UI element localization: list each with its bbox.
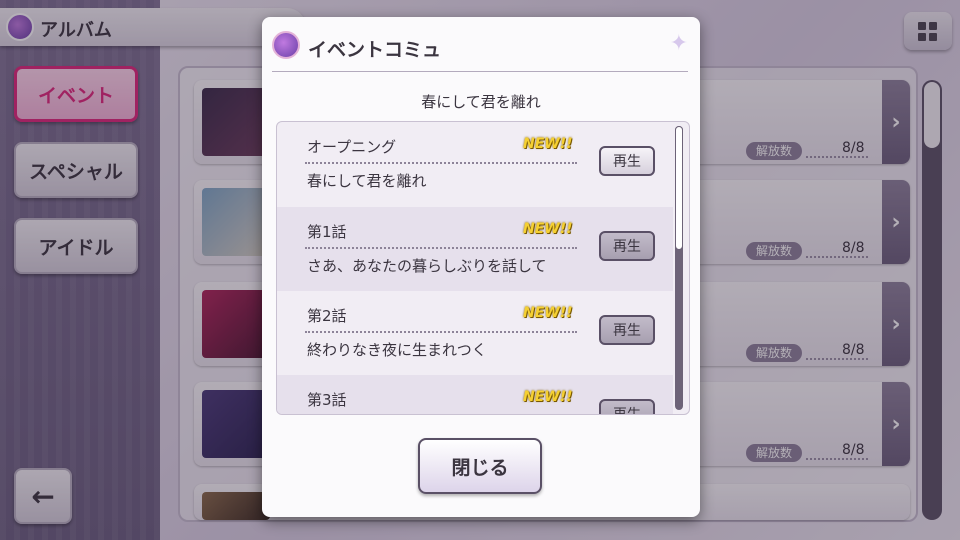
episode-title: 春にして君を離れ: [307, 172, 427, 190]
episode-name: 第1話: [307, 223, 347, 241]
episode-title: さあ、あなたの暮らしぶりを話して: [307, 257, 547, 275]
dialog-title: イベントコミュ: [308, 39, 442, 61]
episode-list: オープニング NEW!! 春にして君を離れ 再生 第1話 NEW!! さあ、あな…: [276, 121, 690, 415]
sparkle-icon: ✦: [669, 31, 688, 56]
episode-row: 第2話 NEW!! 終わりなき夜に生まれつく 再生: [277, 291, 673, 375]
episode-name: 第2話: [307, 307, 347, 325]
play-button[interactable]: 再生: [599, 399, 655, 414]
dialog-subtitle: 春にして君を離れ: [421, 93, 541, 111]
new-badge: NEW!!: [523, 305, 573, 321]
commu-icon: [272, 31, 300, 59]
episode-title: 終わりなき夜に生まれつく: [307, 341, 487, 359]
play-button[interactable]: 再生: [599, 231, 655, 261]
close-button[interactable]: 閉じる: [418, 438, 542, 494]
episode-name: オープニング: [307, 138, 397, 156]
episode-name: 第3話: [307, 391, 347, 409]
new-badge: NEW!!: [523, 136, 573, 152]
new-badge: NEW!!: [523, 221, 573, 237]
scrollbar-thumb[interactable]: [675, 126, 683, 250]
episode-row: オープニング NEW!! 春にして君を離れ 再生: [277, 122, 673, 206]
event-commu-dialog: イベントコミュ ✦ 春にして君を離れ オープニング NEW!! 春にして君を離れ…: [262, 17, 700, 517]
episode-row: 第1話 NEW!! さあ、あなたの暮らしぶりを話して 再生: [277, 207, 673, 291]
play-button[interactable]: 再生: [599, 146, 655, 176]
episode-scrollbar[interactable]: [675, 126, 683, 410]
episode-row: 第3話 NEW!! 再生: [277, 375, 673, 414]
new-badge: NEW!!: [523, 389, 573, 405]
play-button[interactable]: 再生: [599, 315, 655, 345]
